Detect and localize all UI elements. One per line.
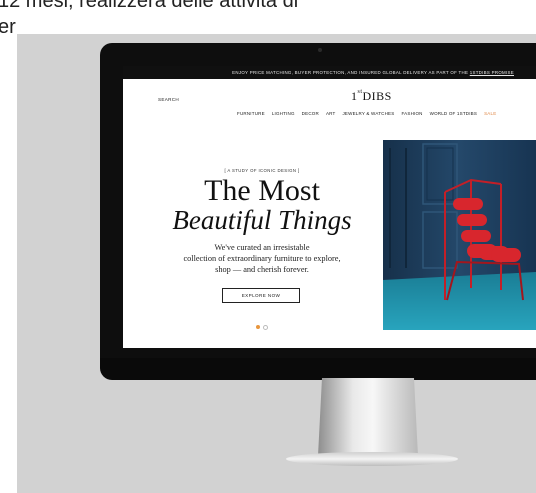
hero-title-line-1: The Most	[204, 174, 320, 207]
hero-subtitle: We've curated an irresistable collection…	[167, 242, 357, 275]
page-caption: 12 mesi, realizzerà delle attività di er	[0, 0, 536, 38]
hero-photo-red-chair	[383, 140, 536, 330]
caption-line-1: 12 mesi, realizzerà delle attività di	[0, 0, 299, 12]
nav-item-decor[interactable]: DECOR	[302, 111, 319, 116]
promo-bar: ENJOY PRICE MATCHING, BUYER PROTECTION, …	[123, 66, 536, 79]
hero-subtitle-line-2: collection of extraordinary furniture to…	[183, 254, 341, 263]
nav-item-jewelry-watches[interactable]: JEWELRY & WATCHES	[342, 111, 394, 116]
search-link[interactable]: SEARCH	[158, 97, 179, 102]
nav-item-sale[interactable]: SALE	[484, 111, 496, 116]
red-chair-illustration	[383, 140, 536, 330]
carousel-dot-active[interactable]	[256, 325, 260, 329]
promo-text: ENJOY PRICE MATCHING, BUYER PROTECTION, …	[232, 70, 470, 75]
hero-eyebrow: [ A STUDY OF ICONIC DESIGN ]	[224, 168, 300, 173]
explore-now-button[interactable]: EXPLORE NOW	[222, 288, 300, 303]
monitor-stand-neck	[318, 378, 418, 456]
website-screen: ENJOY PRICE MATCHING, BUYER PROTECTION, …	[123, 66, 536, 348]
hero-subtitle-line-1: We've curated an irresistable	[214, 243, 310, 252]
nav-item-art[interactable]: ART	[326, 111, 336, 116]
carousel-dot[interactable]	[263, 325, 268, 330]
promo-text-wrap: ENJOY PRICE MATCHING, BUYER PROTECTION, …	[232, 70, 514, 75]
monitor-chin	[100, 358, 536, 380]
site-logo[interactable]: 1stDIBS	[351, 89, 392, 104]
nav-item-fashion[interactable]: FASHION	[401, 111, 422, 116]
nav-item-lighting[interactable]: LIGHTING	[272, 111, 295, 116]
promo-link[interactable]: 1STDIBS PROMISE	[470, 70, 514, 75]
caption-line-2: er	[0, 16, 16, 38]
webcam-icon	[318, 48, 322, 52]
hero-title-line-2: Beautiful Things	[172, 205, 352, 235]
nav-item-furniture[interactable]: FURNITURE	[237, 111, 265, 116]
nav-item-world-of-1stdibs[interactable]: WORLD OF 1STDIBS	[430, 111, 477, 116]
monitor-stand-base	[286, 452, 458, 466]
hero-subtitle-line-3: shop — and cherish forever.	[215, 265, 309, 274]
main-nav: FURNITURE LIGHTING DECOR ART JEWELRY & WATCH…	[237, 111, 503, 116]
